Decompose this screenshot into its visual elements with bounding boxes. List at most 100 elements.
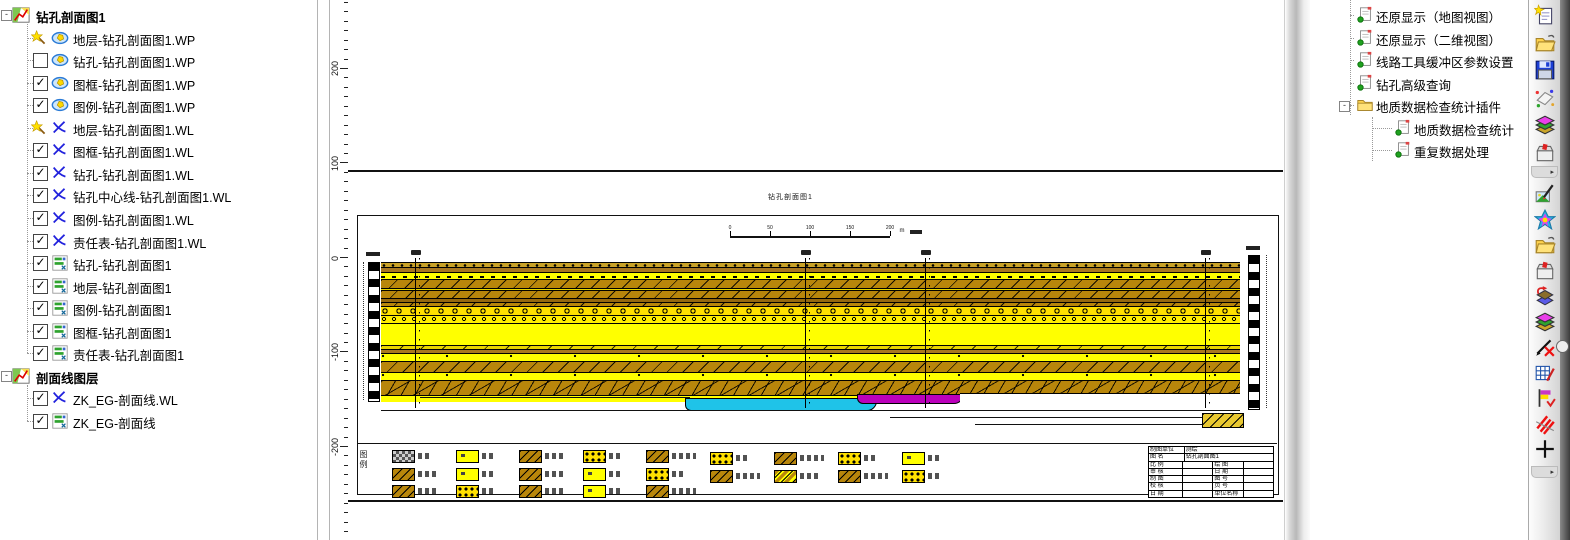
project-box-icon[interactable] [1534,260,1556,282]
layer-checkbox-checked[interactable]: ✓ [33,414,48,429]
tool-tree-item[interactable]: 还原显示（二维视图） [1310,27,1528,49]
layers-icon[interactable] [1534,311,1556,333]
expand-minus-box[interactable]: - [1,10,12,21]
polygon-layer-icon [51,96,69,114]
layer-item-label: 责任表-钻孔剖面图1.WL [73,233,206,252]
layer-item-label: 地层-钻孔剖面图1.WP [73,30,195,49]
red-hatch-icon[interactable] [1534,413,1556,435]
new-map-icon[interactable] [1534,4,1556,26]
layer-checkbox-checked[interactable]: ✓ [33,391,48,406]
layer-checkbox-checked[interactable]: ✓ [33,234,48,249]
layer-checkbox-checked[interactable]: ✓ [33,211,48,226]
scalebar-number: 0 [729,225,732,231]
ruler-tick [344,210,348,211]
ruler-tick [344,2,348,3]
layer-tree-item[interactable]: ✓图例-钻孔剖面图1.WL [0,207,317,229]
legend-swatch-label [736,455,748,461]
move-layer-icon[interactable] [1534,285,1556,307]
legend-swatch [710,470,733,483]
project-box-icon[interactable] [1534,142,1556,164]
layer-tree-item[interactable]: ✓图例-钻孔剖面图1.WP [0,94,317,116]
tool-tree-item[interactable]: 重复数据处理 [1310,139,1528,161]
delete-line-icon[interactable] [1534,336,1556,358]
borehole-label [921,250,931,255]
layer-tree-item[interactable]: ✓地层-钻孔剖面图1 [0,275,317,297]
line-layer-icon [51,209,69,227]
layer-tree-item[interactable]: ✓责任表-钻孔剖面图1 [0,342,317,364]
layer-tree-item[interactable]: 地层-钻孔剖面图1.WL [0,117,317,139]
ruler-tick [344,11,348,12]
layer-tree-item[interactable]: ✓钻孔-钻孔剖面图1 [0,252,317,274]
application-window: -钻孔剖面图1地层-钻孔剖面图1.WP钻孔-钻孔剖面图1.WP✓图框-钻孔剖面图… [0,0,1570,540]
layer-tree-item[interactable]: ✓图框-钻孔剖面图1 [0,320,317,342]
layer-tree-item[interactable]: ✓ZK_EG-剖面线 [0,410,317,432]
layer-tree-item[interactable]: ✓钻孔-钻孔剖面图1.WL [0,162,317,184]
ruler-tick [344,418,348,419]
tool-tree-item[interactable]: 线路工具缓冲区参数设置 [1310,49,1528,71]
borehole-label [411,250,421,255]
layer-tree-item[interactable]: ✓图框-钻孔剖面图1.WL [0,139,317,161]
ruler-tick [344,370,348,371]
toolbar-group-divider[interactable]: ▸ [1531,166,1558,178]
tools-tree-panel[interactable]: 还原显示（地图视图）还原显示（二维视图）线路工具缓冲区参数设置钻孔高级查询-地质… [1310,0,1528,540]
blank-lens [960,393,1240,411]
layer-checkbox-checked[interactable]: ✓ [33,143,48,158]
legend-swatch-label [482,471,494,477]
tree-connector [1350,38,1354,39]
scalebar-number: 200 [886,225,894,231]
layer-tree-item[interactable]: ✓钻孔中心线-钻孔剖面图1.WL [0,184,317,206]
layer-tree-panel[interactable]: -钻孔剖面图1地层-钻孔剖面图1.WP钻孔-钻孔剖面图1.WP✓图框-钻孔剖面图… [0,0,317,540]
edge-splitter-grip[interactable] [1556,340,1569,353]
toolbar-group-divider[interactable]: ▸ [1531,466,1558,478]
title-block-cell [1182,476,1212,482]
edit-table-icon[interactable] [1534,362,1556,384]
layer-checkbox-checked[interactable]: ✓ [33,279,48,294]
ruler-tick [344,134,348,135]
save-icon[interactable] [1534,59,1556,81]
open-folder-icon[interactable] [1534,234,1556,256]
legend-swatch-label [545,471,563,477]
flag-edit-icon[interactable] [1534,387,1556,409]
crosshair-icon[interactable] [1534,438,1556,460]
ruler-tick [344,229,348,230]
draw-pen-icon[interactable] [1534,183,1556,205]
layer-tree-item[interactable]: 钻孔-钻孔剖面图1.WP [0,49,317,71]
expand-minus-box[interactable]: - [1339,101,1350,112]
wand-icon [31,120,47,136]
eraser-icon[interactable] [1534,87,1556,109]
layers-icon[interactable] [1534,114,1556,136]
expand-minus-box[interactable]: - [1,371,12,382]
rod-label [366,252,380,256]
layer-checkbox-checked[interactable]: ✓ [33,256,48,271]
layer-tree-item[interactable]: 地层-钻孔剖面图1.WP [0,27,317,49]
layer-group-row[interactable]: -钻孔剖面图1 [0,4,317,26]
layer-checkbox-checked[interactable]: ✓ [33,324,48,339]
annotation-layer-icon [51,412,69,430]
ruler-tick [344,427,348,428]
tool-tree-item[interactable]: -地质数据检查统计插件 [1310,94,1528,116]
layer-tree-item[interactable]: ✓ 责任表-钻孔剖面图1.WL [0,230,317,252]
star-overlay-icon[interactable] [1534,209,1556,231]
legend-swatch [583,450,606,463]
ruler-tick [344,191,348,192]
layer-checkbox-checked[interactable]: ✓ [33,98,48,113]
layer-tree-item[interactable]: ✓图框-钻孔剖面图1.WP [0,72,317,94]
layer-group-row[interactable]: -剖面线图层 [0,365,317,387]
canvas-vertical-scrollbar[interactable] [1284,0,1311,540]
tool-tree-item[interactable]: 钻孔高级查询 [1310,72,1528,94]
layer-checkbox-unchecked[interactable] [33,53,48,68]
open-folder-icon[interactable] [1534,32,1556,54]
scalebar-number: 100 [806,225,814,231]
layer-checkbox-checked[interactable]: ✓ [33,76,48,91]
layer-checkbox-checked[interactable]: ✓ [33,346,48,361]
panel-splitter[interactable] [317,0,318,540]
tool-tree-item[interactable]: 地质数据检查统计 [1310,117,1528,139]
layer-tree-item[interactable]: ✓ZK_EG-剖面线.WL [0,387,317,409]
ruler-tick [344,115,348,116]
layer-checkbox-checked[interactable]: ✓ [33,301,48,316]
layer-checkbox-checked[interactable]: ✓ [33,166,48,181]
map-canvas[interactable]: 钻孔剖面图1 图例 2001000-100-200050100150200m制图… [330,0,1283,540]
tool-tree-item[interactable]: 还原显示（地图视图） [1310,4,1528,26]
layer-checkbox-checked[interactable]: ✓ [33,188,48,203]
layer-tree-item[interactable]: ✓图例-钻孔剖面图1 [0,297,317,319]
